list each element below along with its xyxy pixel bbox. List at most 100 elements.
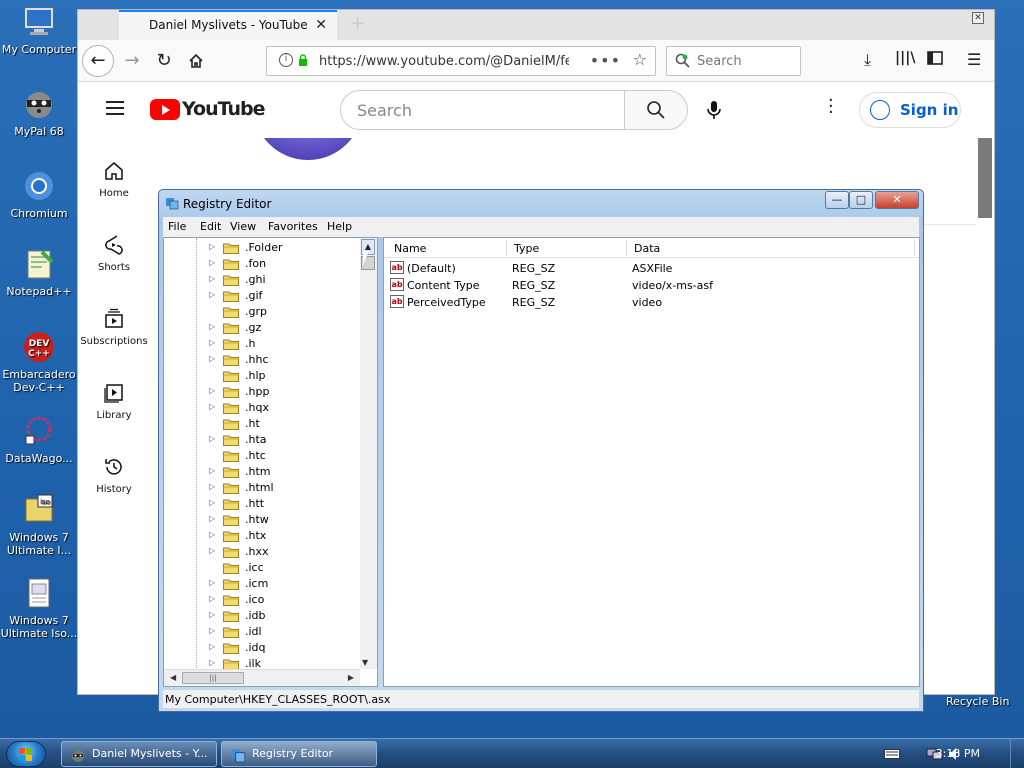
expand-arrow-icon[interactable]: ▷ [209, 274, 215, 283]
tree-node[interactable]: ▷ .gz [164, 320, 364, 336]
menu-item[interactable]: Help [327, 220, 352, 233]
library-toolbar-icon[interactable]: |||\ [895, 50, 915, 66]
menu-item[interactable]: Edit [200, 220, 221, 233]
forward-button[interactable]: → [118, 47, 146, 75]
tree-node[interactable]: ▷ .h [164, 336, 364, 352]
desktop-icon[interactable]: Windows 7 Ultimate Iso... [0, 576, 78, 640]
scroll-right-icon[interactable]: ▶ [348, 673, 354, 682]
show-desktop-button[interactable] [1010, 739, 1024, 768]
tree-node[interactable]: ▷ .htw [164, 512, 364, 528]
yt-sidebar-item[interactable]: Subscriptions [78, 308, 150, 347]
tree-node[interactable]: ▷ .gif [164, 288, 364, 304]
registry-values-list[interactable]: Name Type Data ab (Default) REG_SZ ASXFile a… [383, 237, 920, 687]
sidebar-toggle-icon[interactable] [927, 50, 943, 69]
menu-item[interactable]: View [230, 220, 256, 233]
info-icon[interactable]: i [279, 53, 293, 67]
tree-node[interactable]: ▷ .htm [164, 464, 364, 480]
column-name[interactable]: Name [394, 242, 426, 255]
browser-tab[interactable]: Daniel Myslivets - YouTube ✕ [119, 10, 337, 40]
expand-arrow-icon[interactable]: ▷ [209, 354, 215, 363]
expand-arrow-icon[interactable]: ▷ [209, 258, 215, 267]
desktop-icon[interactable]: My Computer [0, 5, 78, 56]
tree-node[interactable]: ▷ .htt [164, 496, 364, 512]
tab-close-icon[interactable]: ✕ [315, 17, 327, 33]
new-tab-icon[interactable]: + [350, 13, 365, 34]
minimize-button[interactable]: — [825, 191, 849, 209]
tree-node[interactable]: ▷ .html [164, 480, 364, 496]
taskbar-button-regedit[interactable]: Registry Editor [221, 741, 377, 767]
hamburger-menu-icon[interactable]: ☰ [967, 50, 981, 69]
expand-arrow-icon[interactable]: ▷ [209, 578, 215, 587]
tree-node[interactable]: .icc [164, 560, 364, 576]
yt-search-input[interactable]: Search [340, 90, 626, 130]
expand-arrow-icon[interactable]: ▷ [209, 546, 215, 555]
tree-node[interactable]: .grp [164, 304, 364, 320]
tree-vertical-scrollbar[interactable]: ▲ ▼ [360, 238, 377, 669]
expand-arrow-icon[interactable]: ▷ [209, 290, 215, 299]
tree-node[interactable]: ▷ .htx [164, 528, 364, 544]
expand-arrow-icon[interactable]: ▷ [209, 658, 215, 667]
expand-arrow-icon[interactable]: ▷ [209, 402, 215, 411]
home-button[interactable] [182, 47, 210, 75]
bookmark-star-icon[interactable]: ☆ [633, 50, 647, 69]
tree-node[interactable]: .htc [164, 448, 364, 464]
window-close-icon[interactable]: ✕ [972, 12, 984, 24]
scrollbar-thumb[interactable] [978, 138, 992, 218]
expand-arrow-icon[interactable]: ▷ [209, 386, 215, 395]
tree-node[interactable]: ▷ .ico [164, 592, 364, 608]
more-options-icon[interactable]: · · · [828, 92, 834, 122]
keyboard-icon[interactable] [884, 749, 900, 759]
scroll-left-icon[interactable]: ◀ [170, 673, 176, 682]
tree-node[interactable]: ▷ .hqx [164, 400, 364, 416]
menu-item[interactable]: Favorites [268, 220, 318, 233]
tree-node[interactable]: ▷ .fon [164, 256, 364, 272]
expand-arrow-icon[interactable]: ▷ [209, 514, 215, 523]
desktop-icon[interactable]: DataWago... [0, 414, 78, 465]
download-icon[interactable]: ⤓ [864, 50, 871, 70]
taskbar-button-browser[interactable]: Daniel Myslivets - Y... [61, 741, 217, 767]
expand-arrow-icon[interactable]: ▷ [209, 498, 215, 507]
yt-sidebar-item[interactable]: History [78, 456, 150, 495]
sign-in-button[interactable]: Sign in [859, 92, 961, 128]
close-button[interactable]: ✕ [875, 191, 919, 209]
tree-node[interactable]: ▷ .hta [164, 432, 364, 448]
yt-sidebar-item[interactable]: Shorts [78, 234, 150, 273]
desktop-icon[interactable]: Notepad++ [0, 247, 78, 298]
expand-arrow-icon[interactable]: ▷ [209, 242, 215, 251]
expand-arrow-icon[interactable]: ▷ [209, 338, 215, 347]
expand-arrow-icon[interactable]: ▷ [209, 594, 215, 603]
tree-node[interactable]: ▷ .icm [164, 576, 364, 592]
yt-search-button[interactable] [624, 90, 688, 130]
recycle-bin-label[interactable]: Recycle Bin [946, 695, 1009, 708]
clock[interactable]: 3:13 PM [936, 747, 980, 760]
desktop-icon[interactable]: iso Windows 7 Ultimate I... [0, 493, 78, 557]
expand-arrow-icon[interactable]: ▷ [209, 642, 215, 651]
desktop-icon[interactable]: DEV C++ Embarcadero Dev-C++ [0, 330, 78, 394]
tree-node[interactable]: ▷ .hpp [164, 384, 364, 400]
page-actions-icon[interactable]: ••• [590, 51, 621, 70]
scroll-down-icon[interactable]: ▼ [362, 658, 368, 667]
tree-node[interactable]: ▷ .Folder [164, 240, 364, 256]
tree-node[interactable]: .hlp [164, 368, 364, 384]
expand-arrow-icon[interactable]: ▷ [209, 626, 215, 635]
column-data[interactable]: Data [634, 242, 660, 255]
tree-node[interactable]: ▷ .idq [164, 640, 364, 656]
browser-search-input[interactable]: Search [666, 46, 801, 76]
expand-arrow-icon[interactable]: ▷ [209, 434, 215, 443]
registry-value-row[interactable]: ab (Default) REG_SZ ASXFile [384, 260, 919, 277]
page-scrollbar[interactable] [977, 138, 993, 694]
maximize-button[interactable]: □ [849, 191, 873, 209]
tree-node[interactable]: ▷ .ghi [164, 272, 364, 288]
desktop-icon[interactable]: Chromium [0, 169, 78, 220]
tree-node[interactable]: ▷ .hhc [164, 352, 364, 368]
tree-hscroll-thumb[interactable]: ||| [182, 672, 244, 684]
tree-node[interactable]: ▷ .idl [164, 624, 364, 640]
yt-sidebar-item[interactable]: Home [78, 160, 150, 199]
tree-horizontal-scrollbar[interactable]: ◀ ||| ▶ [164, 669, 360, 686]
reload-button[interactable]: ↻ [150, 47, 178, 75]
yt-sidebar-item[interactable]: Library [78, 382, 150, 421]
start-button[interactable] [6, 741, 46, 767]
expand-arrow-icon[interactable]: ▷ [209, 466, 215, 475]
microphone-icon[interactable] [706, 100, 722, 120]
url-bar[interactable]: i https://www.youtube.com/@DanielM/featu… [266, 46, 656, 76]
